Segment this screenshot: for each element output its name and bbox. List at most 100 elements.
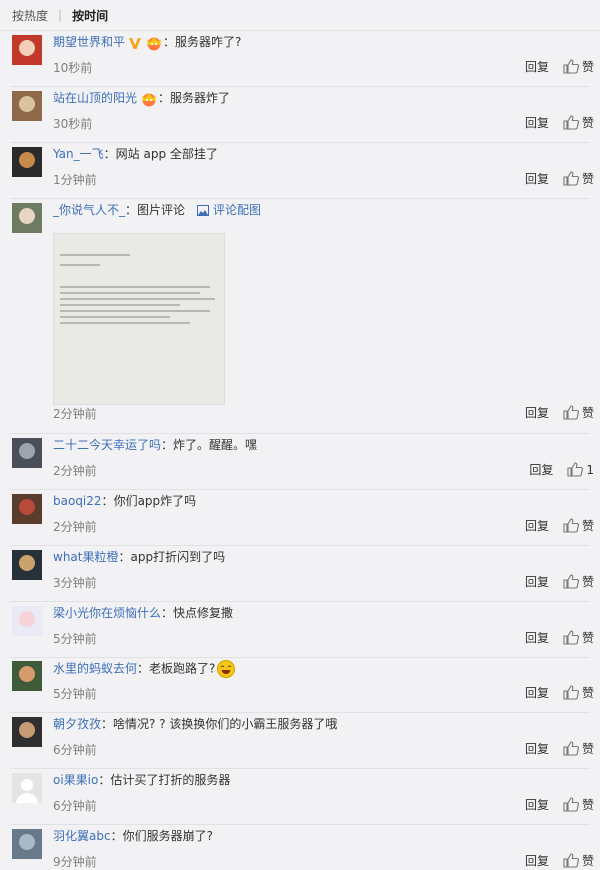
sort-divider: | xyxy=(58,8,63,22)
like-button[interactable]: 赞 xyxy=(563,629,594,646)
sort-by-time-tab[interactable]: 按时间 xyxy=(72,7,108,24)
like-button[interactable]: 赞 xyxy=(563,114,594,131)
comment-actions: 回复 赞 xyxy=(525,58,594,75)
thumbs-up-icon xyxy=(563,685,579,700)
username-link[interactable]: 二十二今天幸运了吗 xyxy=(53,438,161,452)
thumbs-up-icon xyxy=(567,462,584,477)
reply-button[interactable]: 回复 xyxy=(525,629,549,646)
username-link[interactable]: 水里的蚂蚁去何 xyxy=(53,662,137,676)
avatar[interactable] xyxy=(12,438,42,468)
like-button[interactable]: 赞 xyxy=(563,852,594,869)
comment-content: app打折闪到了吗 xyxy=(130,550,226,564)
comment-actions: 回复 赞 xyxy=(525,740,594,757)
like-count: 赞 xyxy=(581,686,594,700)
like-button[interactable]: 赞 xyxy=(563,573,594,590)
comment-actions: 回复 赞 xyxy=(525,796,594,813)
username-link[interactable]: 期望世界和平 xyxy=(53,35,125,49)
comment-actions: 回复 赞 xyxy=(525,517,594,534)
like-button[interactable]: 1 xyxy=(567,462,594,477)
comment-text-line: Yan_一飞：网站 app 全部挂了 xyxy=(53,146,218,162)
avatar[interactable] xyxy=(12,661,42,691)
avatar[interactable] xyxy=(12,829,42,859)
verified-v-badge-icon xyxy=(129,37,142,49)
comment-timestamp: 30秒前 xyxy=(53,117,93,131)
comment-content: 老板跑路了? xyxy=(149,661,216,676)
comment-timestamp: 10秒前 xyxy=(53,61,93,75)
reply-button[interactable]: 回复 xyxy=(525,58,549,75)
username-link[interactable]: baoqi22 xyxy=(53,494,102,508)
like-count: 赞 xyxy=(581,798,594,812)
avatar[interactable] xyxy=(12,773,42,803)
comment-text-line: 羽化翼abc：你们服务器崩了? xyxy=(53,828,213,844)
reply-button[interactable]: 回复 xyxy=(529,461,553,478)
colon-separator: ： xyxy=(110,829,123,843)
like-button[interactable]: 赞 xyxy=(563,740,594,757)
reply-button[interactable]: 回复 xyxy=(525,170,549,187)
like-button[interactable]: 赞 xyxy=(563,170,594,187)
thumbs-up-icon xyxy=(563,630,579,645)
username-link[interactable]: _你说气人不_ xyxy=(53,203,125,217)
comment-actions: 回复 1 xyxy=(529,461,594,478)
reply-button[interactable]: 回复 xyxy=(525,684,549,701)
colon-separator: ： xyxy=(101,494,114,508)
comment-text-line: 站在山顶的阳光 ：服务器炸了 xyxy=(53,90,230,107)
reply-button[interactable]: 回复 xyxy=(525,796,549,813)
thumbs-up-icon xyxy=(563,115,579,130)
comment-actions: 回复 赞 xyxy=(525,573,594,590)
username-link[interactable]: Yan_一飞 xyxy=(53,147,104,161)
comment-item: _你说气人不_：图片评论 评论配图 2分钟前 回复 赞 xyxy=(0,199,600,434)
reply-button[interactable]: 回复 xyxy=(525,404,549,421)
username-link[interactable]: 朝夕孜孜 xyxy=(53,717,101,731)
username-link[interactable]: 站在山顶的阳光 xyxy=(53,91,137,105)
comment-timestamp: 6分钟前 xyxy=(53,743,97,757)
comment-content: 啥情况? ? 该换换你们的小霸王服务器了哦 xyxy=(113,717,338,731)
like-button[interactable]: 赞 xyxy=(563,796,594,813)
image-icon xyxy=(197,205,210,216)
comment-actions: 回复 赞 xyxy=(525,114,594,131)
avatar[interactable] xyxy=(12,717,42,747)
reply-button[interactable]: 回复 xyxy=(525,517,549,534)
avatar[interactable] xyxy=(12,606,42,636)
like-button[interactable]: 赞 xyxy=(563,517,594,534)
reply-button[interactable]: 回复 xyxy=(525,114,549,131)
comment-actions: 回复 赞 xyxy=(525,404,594,421)
like-count: 1 xyxy=(586,462,594,477)
thumbs-up-icon xyxy=(563,171,579,186)
like-button[interactable]: 赞 xyxy=(563,58,594,75)
username-link[interactable]: 羽化翼abc xyxy=(53,829,111,843)
thumbs-up-icon xyxy=(563,518,579,533)
reply-button[interactable]: 回复 xyxy=(525,740,549,757)
comment-text-line: baoqi22：你们app炸了吗 xyxy=(53,493,196,509)
avatar[interactable] xyxy=(12,494,42,524)
comment-picture-link[interactable]: 评论配图 xyxy=(197,203,261,217)
comment-image-thumbnail[interactable] xyxy=(53,233,225,405)
colon-separator: ： xyxy=(125,203,138,217)
comment-text-line: _你说气人不_：图片评论 评论配图 xyxy=(53,202,261,218)
username-link[interactable]: 梁小光你在烦恼什么 xyxy=(53,606,161,620)
avatar[interactable] xyxy=(12,35,42,65)
comment-timestamp: 1分钟前 xyxy=(53,173,97,187)
avatar[interactable] xyxy=(12,91,42,121)
comment-item: 梁小光你在烦恼什么：快点修复撒 5分钟前 回复 赞 xyxy=(0,602,600,658)
sort-by-hot-tab[interactable]: 按热度 xyxy=(12,7,48,24)
comment-content: 你们app炸了吗 xyxy=(113,494,197,508)
like-button[interactable]: 赞 xyxy=(563,404,594,421)
username-link[interactable]: oi果果io xyxy=(53,773,98,787)
avatar[interactable] xyxy=(12,147,42,177)
comment-item: 羽化翼abc：你们服务器崩了? 9分钟前 回复 赞 xyxy=(0,825,600,869)
comment-content: 网站 app 全部挂了 xyxy=(115,147,218,161)
comment-item: 站在山顶的阳光 ：服务器炸了 30秒前 回复 赞 xyxy=(0,87,600,143)
avatar[interactable] xyxy=(12,550,42,580)
like-button[interactable]: 赞 xyxy=(563,684,594,701)
comment-timestamp: 5分钟前 xyxy=(53,687,97,701)
reply-button[interactable]: 回复 xyxy=(525,852,549,869)
comment-timestamp: 2分钟前 xyxy=(53,464,97,478)
username-link[interactable]: what果粒橙 xyxy=(53,550,118,564)
avatar[interactable] xyxy=(12,203,42,233)
comment-actions: 回复 赞 xyxy=(525,684,594,701)
colon-separator: ： xyxy=(101,717,114,731)
reply-button[interactable]: 回复 xyxy=(525,573,549,590)
comment-content: 快点修复撒 xyxy=(173,606,234,620)
comment-item: 朝夕孜孜：啥情况? ? 该换换你们的小霸王服务器了哦 6分钟前 回复 赞 xyxy=(0,713,600,769)
like-count: 赞 xyxy=(581,519,594,533)
